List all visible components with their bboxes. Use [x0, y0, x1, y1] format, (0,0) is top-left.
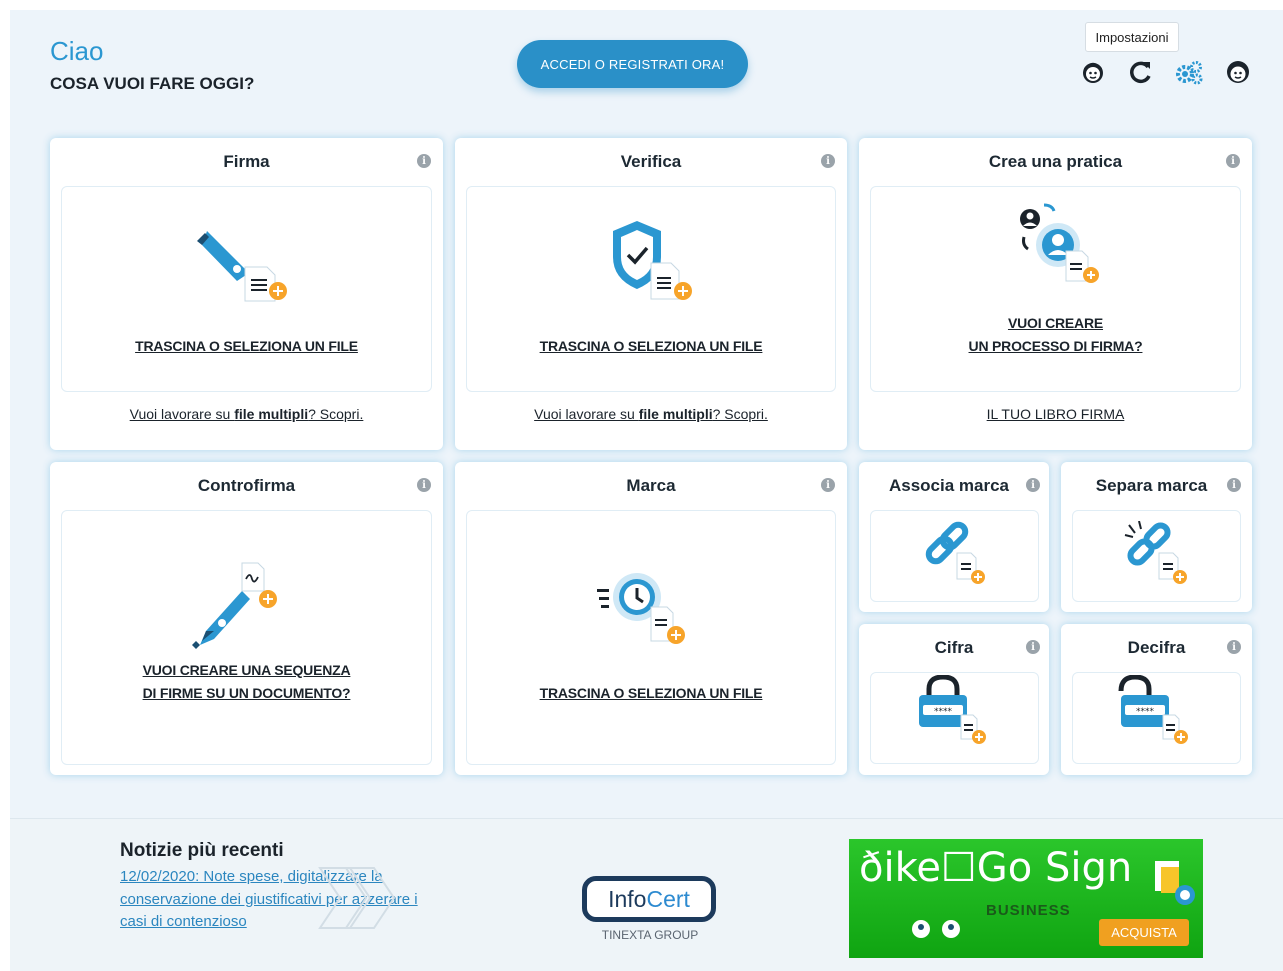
- settings-tooltip: Impostazioni: [1085, 22, 1179, 52]
- card-title: Controfirma: [197, 476, 296, 495]
- link-chain-icon: [925, 521, 985, 584]
- cifra-dropzone[interactable]: ****: [870, 672, 1039, 764]
- card-marca: Marca i TRASCINA O SELEZIONA UN FILE: [455, 462, 847, 775]
- infocert-logo-mark: Info Cert: [582, 876, 716, 922]
- unlink-chain-icon: [1124, 521, 1187, 584]
- marca-dropzone-label[interactable]: TRASCINA O SELEZIONA UN FILE: [467, 682, 835, 705]
- pratica-dropzone[interactable]: VUOI CREARE UN PROCESSO DI FIRMA?: [870, 186, 1241, 392]
- card-firma: Firma i TRASCINA O SELEZIONA UN FILE Vuo…: [50, 138, 443, 450]
- card-crea-pratica: Crea una pratica i VUOI CREARE UN PROCES…: [859, 138, 1252, 450]
- pratica-dropzone-line2[interactable]: UN PROCESSO DI FIRMA?: [871, 335, 1240, 358]
- chevrons-decoration-icon: [318, 867, 396, 929]
- card-decifra: Decifra i ****: [1061, 624, 1252, 775]
- firma-dropzone-label[interactable]: TRASCINA O SELEZIONA UN FILE: [62, 335, 431, 358]
- info-icon[interactable]: i: [821, 478, 835, 492]
- card-cifra: Cifra i ****: [859, 624, 1049, 775]
- settings-gears-icon[interactable]: [1174, 57, 1204, 87]
- banner-document-icon: [1155, 861, 1195, 905]
- greeting-question: COSA VUOI FARE OGGI?: [50, 74, 255, 93]
- dike-gosign-banner[interactable]: ðike☐Go Sign BUSINESS ACQUISTA: [849, 839, 1203, 958]
- banner-users-icon: [912, 920, 960, 938]
- foot-pre: Vuoi lavorare su: [534, 406, 639, 422]
- card-title: Verifica: [620, 152, 682, 171]
- decifra-dropzone[interactable]: ****: [1072, 672, 1241, 764]
- refresh-icon[interactable]: [1126, 57, 1156, 87]
- info-icon[interactable]: i: [1227, 478, 1241, 492]
- user-account-icon[interactable]: [1223, 57, 1253, 87]
- foot-pre: Vuoi lavorare su: [129, 406, 235, 422]
- news-section: Notizie più recenti 12/02/2020: Note spe…: [120, 840, 440, 960]
- verifica-dropzone-label[interactable]: TRASCINA O SELEZIONA UN FILE: [467, 335, 835, 358]
- lock-closed-icon: ****: [919, 675, 986, 744]
- foot-bold: file multipli: [638, 406, 713, 422]
- associa-dropzone[interactable]: [870, 510, 1039, 602]
- firma-multi-file-link[interactable]: Vuoi lavorare su file multipli? Scopri.: [50, 406, 443, 422]
- info-icon[interactable]: i: [1026, 640, 1040, 654]
- greeting-block: Ciao COSA VUOI FARE OGGI?: [50, 38, 254, 94]
- info-icon[interactable]: i: [1227, 640, 1241, 654]
- controfirma-dropzone-line2[interactable]: DI FIRME SU UN DOCUMENTO?: [62, 682, 431, 705]
- svg-text:****: ****: [1136, 707, 1155, 717]
- info-icon[interactable]: i: [417, 478, 431, 492]
- pratica-dropzone-line1[interactable]: VUOI CREARE: [871, 312, 1240, 335]
- infocert-logo: Info Cert TINEXTA GROUP: [580, 868, 720, 948]
- banner-business-label: BUSINESS: [986, 902, 1071, 919]
- controfirma-dropzone[interactable]: VUOI CREARE UNA SEQUENZA DI FIRME SU UN …: [61, 510, 432, 765]
- greeting-title: Ciao: [50, 36, 104, 66]
- verifica-dropzone[interactable]: TRASCINA O SELEZIONA UN FILE: [466, 186, 836, 392]
- card-title: Cifra: [934, 638, 974, 657]
- card-title: Associa marca: [888, 476, 1010, 495]
- logo-cert-text: Cert: [646, 885, 690, 912]
- countersign-pen-icon: [192, 562, 277, 649]
- card-title: Decifra: [1127, 638, 1186, 657]
- logo-info-text: Info: [608, 885, 647, 912]
- support-agent-icon[interactable]: [1078, 57, 1108, 87]
- banner-title: ðike☐Go Sign: [859, 845, 1133, 891]
- card-controfirma: Controfirma i VUOI CREARE UNA SEQUENZA D…: [50, 462, 443, 775]
- card-title: Firma: [223, 152, 270, 171]
- verifica-multi-file-link[interactable]: Vuoi lavorare su file multipli? Scopri.: [455, 406, 847, 422]
- card-title: Crea una pratica: [988, 152, 1123, 171]
- foot-bold: file multipli: [234, 406, 309, 422]
- firma-dropzone[interactable]: TRASCINA O SELEZIONA UN FILE: [61, 186, 432, 392]
- controfirma-dropzone-line1[interactable]: VUOI CREARE UNA SEQUENZA: [62, 659, 431, 682]
- login-register-button[interactable]: ACCEDI O REGISTRATI ORA!: [517, 40, 748, 88]
- logo-tagline: TINEXTA GROUP: [601, 928, 699, 942]
- app-root: Ciao COSA VUOI FARE OGGI? ACCEDI O REGIS…: [10, 10, 1283, 971]
- lock-open-icon: ****: [1118, 675, 1188, 744]
- info-icon[interactable]: i: [1226, 154, 1240, 168]
- users-process-icon: [1020, 203, 1099, 283]
- info-icon[interactable]: i: [1026, 478, 1040, 492]
- info-icon[interactable]: i: [821, 154, 835, 168]
- separa-dropzone[interactable]: [1072, 510, 1241, 602]
- libro-firma-link[interactable]: IL TUO LIBRO FIRMA: [859, 406, 1252, 422]
- info-icon[interactable]: i: [417, 154, 431, 168]
- foot-post: ? Scopri.: [712, 406, 768, 422]
- shield-check-document-icon: [613, 221, 692, 300]
- svg-text:****: ****: [934, 707, 953, 717]
- banner-buy-button[interactable]: ACQUISTA: [1099, 919, 1189, 946]
- card-associa-marca: Associa marca i: [859, 462, 1049, 612]
- card-title: Separa marca: [1095, 476, 1208, 495]
- footer: Notizie più recenti 12/02/2020: Note spe…: [10, 819, 1283, 971]
- foot-post: ? Scopri.: [308, 406, 364, 422]
- marca-dropzone[interactable]: TRASCINA O SELEZIONA UN FILE: [466, 510, 836, 765]
- card-separa-marca: Separa marca i: [1061, 462, 1252, 612]
- pen-document-icon: [197, 231, 287, 302]
- timestamp-clock-icon: [597, 573, 685, 644]
- card-title: Marca: [626, 476, 676, 495]
- card-verifica: Verifica i TRASCINA O SELEZIONA UN FILE …: [455, 138, 847, 450]
